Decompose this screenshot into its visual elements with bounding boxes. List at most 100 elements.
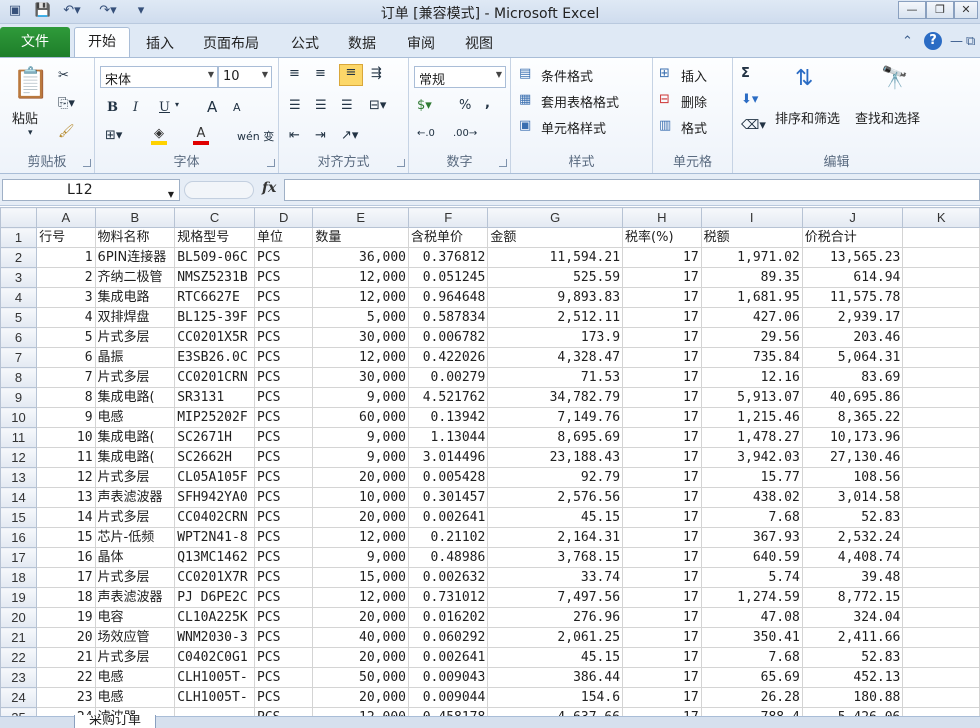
grow-font-icon[interactable]: A [207, 98, 217, 116]
accounting-format-icon[interactable]: $▾ [417, 98, 432, 113]
cell[interactable]: 45.15 [487, 647, 624, 668]
cell[interactable]: 片式多层 [94, 567, 176, 588]
decrease-indent-icon[interactable]: ⇤ [289, 128, 300, 143]
find-select-button[interactable]: 查找和选择 [855, 108, 920, 127]
align-left-icon[interactable]: ☰ [289, 98, 301, 113]
column-header[interactable]: J [801, 207, 904, 228]
cell[interactable]: 2,061.25 [487, 627, 624, 648]
font-size-combo[interactable]: 10 ▼ [218, 66, 272, 88]
cell[interactable]: 0.48986 [407, 547, 489, 568]
cell[interactable] [902, 267, 980, 288]
underline-icon[interactable]: U [159, 100, 170, 115]
cell[interactable]: 7.68 [700, 647, 803, 668]
column-header[interactable]: F [407, 207, 489, 228]
cell[interactable]: PCS [253, 367, 314, 388]
row-header[interactable]: 6 [0, 327, 38, 348]
select-all-corner[interactable] [0, 207, 38, 228]
cell[interactable]: CC0201CRN [174, 367, 255, 388]
cell[interactable]: 23 [36, 687, 96, 708]
cell[interactable]: 3,768.15 [487, 547, 624, 568]
cell[interactable]: PCS [253, 547, 314, 568]
row-header[interactable]: 7 [0, 347, 38, 368]
tab-data[interactable]: 数据 [348, 33, 376, 53]
cell[interactable]: 17 [622, 527, 702, 548]
cell[interactable]: 735.84 [700, 347, 803, 368]
cell[interactable]: 452.13 [801, 667, 904, 688]
cell[interactable]: 8,772.15 [801, 587, 904, 608]
cell[interactable]: E3SB26.0C [174, 347, 255, 368]
cell[interactable]: 3.014496 [407, 447, 489, 468]
cell[interactable]: 4,328.47 [487, 347, 624, 368]
cell[interactable]: 324.04 [801, 607, 904, 628]
row-header[interactable]: 3 [0, 267, 38, 288]
row-header[interactable]: 23 [0, 667, 38, 688]
cell[interactable]: PCS [253, 627, 314, 648]
cell[interactable]: 集成电路( [94, 427, 176, 448]
row-header[interactable]: 20 [0, 607, 38, 628]
cell[interactable]: 9 [36, 407, 96, 428]
cell[interactable]: PCS [253, 607, 314, 628]
cell[interactable]: 180.88 [801, 687, 904, 708]
cell[interactable]: 19 [36, 607, 96, 628]
cell[interactable]: 税率(%) [622, 227, 702, 248]
cell[interactable] [902, 567, 980, 588]
cell[interactable]: 5 [36, 327, 96, 348]
cell[interactable]: 9,893.83 [487, 287, 624, 308]
cell[interactable]: 电感 [94, 407, 176, 428]
increase-decimal-icon[interactable]: ←.0 [417, 128, 435, 139]
cell[interactable]: PCS [253, 587, 314, 608]
cell[interactable]: CLH1005T- [174, 687, 255, 708]
cell[interactable] [902, 627, 980, 648]
cell[interactable]: 12,000 [312, 587, 409, 608]
cell[interactable]: 数量 [312, 227, 409, 248]
fill-icon[interactable]: ⬇▾ [741, 92, 758, 107]
cell[interactable] [902, 607, 980, 628]
cell[interactable]: 片式多层 [94, 327, 176, 348]
row-header[interactable]: 22 [0, 647, 38, 668]
cell[interactable]: 26.28 [700, 687, 803, 708]
cell[interactable]: 0.731012 [407, 587, 489, 608]
cell[interactable]: 0.587834 [407, 307, 489, 328]
formula-bar-divider[interactable] [184, 181, 254, 199]
row-header[interactable]: 8 [0, 367, 38, 388]
cell-styles-button[interactable]: 单元格样式 [541, 118, 606, 137]
cell[interactable]: 34,782.79 [487, 387, 624, 408]
row-header[interactable]: 18 [0, 567, 38, 588]
worksheet-grid[interactable]: ABCDEFGHIJK 1 行号 物料名称 规格型号 单位 数量 含税单价 金额 税率(%) 税额… [0, 207, 980, 728]
cell[interactable]: 203.46 [801, 327, 904, 348]
alignment-launcher-icon[interactable] [397, 159, 405, 167]
cell[interactable]: 物料名称 [94, 227, 176, 248]
cell[interactable]: 27,130.46 [801, 447, 904, 468]
cell[interactable]: 39.48 [801, 567, 904, 588]
cell[interactable]: 17 [622, 647, 702, 668]
cell[interactable]: 税额 [700, 227, 803, 248]
cell[interactable]: 525.59 [487, 267, 624, 288]
paste-button[interactable]: 粘贴 [12, 108, 38, 127]
clear-icon[interactable]: ⌫▾ [741, 118, 766, 133]
row-header[interactable]: 1 [0, 227, 38, 248]
cell[interactable]: WPT2N41-8 [174, 527, 255, 548]
cell[interactable]: 108.56 [801, 467, 904, 488]
cell[interactable]: 0.009044 [407, 687, 489, 708]
cell[interactable] [902, 227, 980, 248]
tab-formulas[interactable]: 公式 [291, 33, 319, 53]
cell[interactable]: 1,274.59 [700, 587, 803, 608]
orientation-icon[interactable]: ↗▾ [341, 128, 358, 143]
cell[interactable]: WNM2030-3 [174, 627, 255, 648]
cell[interactable]: 427.06 [700, 307, 803, 328]
cell[interactable] [902, 247, 980, 268]
row-header[interactable]: 4 [0, 287, 38, 308]
cell[interactable]: 60,000 [312, 407, 409, 428]
cell[interactable]: 40,000 [312, 627, 409, 648]
cell[interactable]: 0.002641 [407, 507, 489, 528]
cell[interactable] [902, 307, 980, 328]
cell[interactable]: 438.02 [700, 487, 803, 508]
cell[interactable]: CC0402CRN [174, 507, 255, 528]
cell[interactable] [902, 347, 980, 368]
cell[interactable]: 2,164.31 [487, 527, 624, 548]
column-header[interactable]: A [36, 207, 96, 228]
cell[interactable]: 22 [36, 667, 96, 688]
cell[interactable]: 9,000 [312, 547, 409, 568]
cell[interactable]: Q13MC1462 [174, 547, 255, 568]
cell[interactable]: 2,939.17 [801, 307, 904, 328]
